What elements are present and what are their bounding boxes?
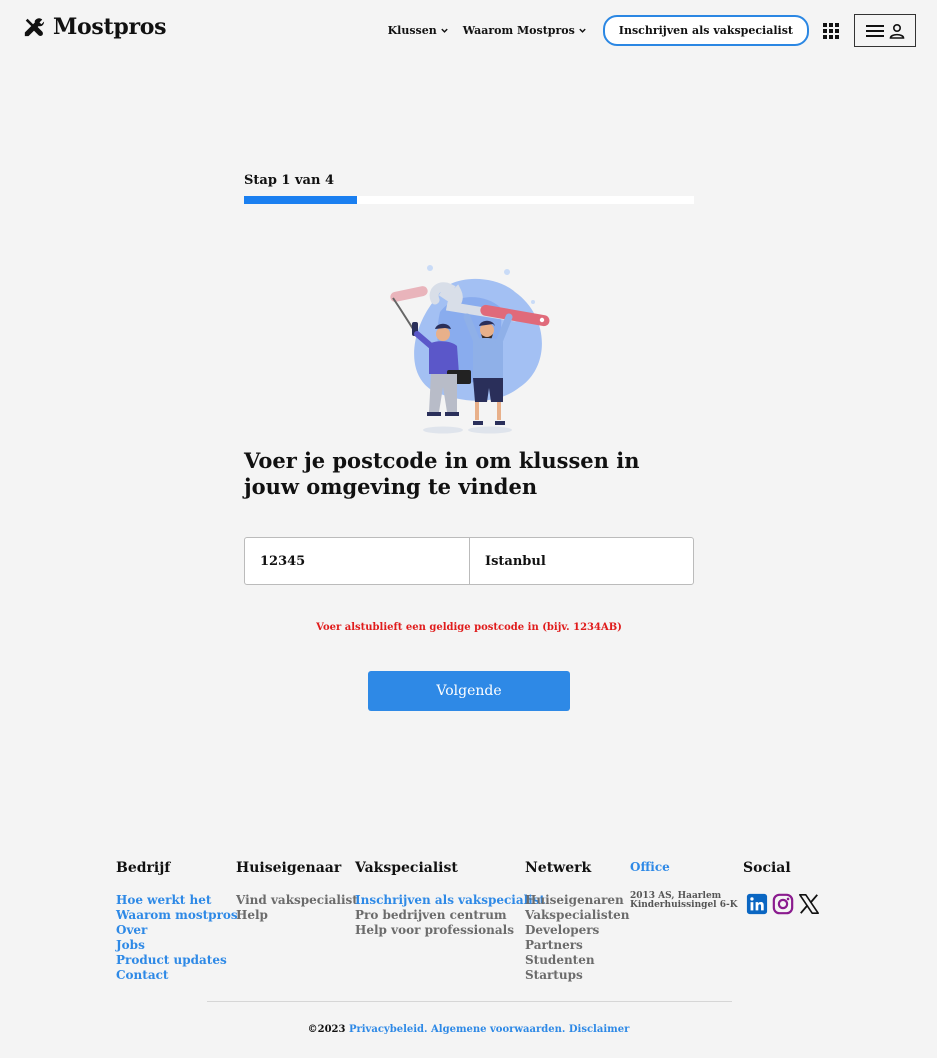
footer-title-office[interactable]: Office — [630, 860, 738, 878]
chevron-down-icon — [441, 28, 448, 33]
privacy-link[interactable]: Privacybeleid. — [349, 1024, 428, 1035]
footer-title-netwerk: Netwerk — [525, 860, 592, 876]
footer-title-huiseigenaar: Huiseigenaar — [236, 860, 342, 876]
copyright-bar: ©2023 Privacybeleid. Algemene voorwaarde… — [0, 1024, 937, 1035]
footer-col-office: Office 2013 AS, Haarlem Kinderhuissingel… — [630, 860, 738, 911]
footer-link-jobs[interactable]: Jobs — [116, 938, 238, 953]
apps-grid-icon[interactable] — [823, 22, 839, 39]
social-links — [746, 893, 820, 915]
chevron-down-icon — [579, 28, 586, 33]
footer-col-vakspecialist: Vakspecialist Inschrijven als vakspecial… — [355, 860, 545, 938]
nav-klussen-label: Klussen — [387, 24, 437, 37]
main-nav: Klussen Waarom Mostpros Inschrijven als … — [388, 14, 916, 47]
footer-link-pro-bedrijven-centrum[interactable]: Pro bedrijven centrum — [355, 908, 545, 923]
footer-link-hoe-werkt-het[interactable]: Hoe werkt het — [116, 893, 238, 908]
footer-link-studenten[interactable]: Studenten — [525, 953, 630, 968]
footer-col-netwerk: Netwerk Huiseigenaren Vakspecialisten De… — [525, 860, 630, 983]
progress-bar — [244, 196, 694, 204]
postcode-input[interactable] — [245, 538, 469, 584]
footer-link-partners[interactable]: Partners — [525, 938, 630, 953]
hamburger-icon — [865, 24, 884, 37]
logo[interactable]: Mostpros — [23, 14, 167, 40]
footer-title-vakspecialist: Vakspecialist — [355, 860, 458, 876]
tools-icon — [24, 18, 45, 37]
x-icon[interactable] — [798, 893, 820, 915]
footer-link-developers[interactable]: Developers — [525, 923, 630, 938]
nav-waarom-label: Waarom Mostpros — [462, 24, 575, 37]
office-address-line2: Kinderhuissingel 6-K — [630, 900, 738, 910]
header: Mostpros Klussen Waarom Mostpros Inschri… — [0, 0, 937, 62]
step-label: Stap 1 van 4 — [244, 173, 335, 188]
footer-link-huiseigenaren[interactable]: Huiseigenaren — [525, 893, 630, 908]
instagram-icon[interactable] — [772, 893, 794, 915]
footer-col-huiseigenaar: Huiseigenaar Vind vakspecialist Help — [236, 860, 358, 923]
account-menu-button[interactable] — [854, 14, 916, 47]
signup-vakspecialist-button[interactable]: Inschrijven als vakspecialist — [602, 15, 809, 46]
footer-link-vakspecialisten[interactable]: Vakspecialisten — [525, 908, 630, 923]
linkedin-icon[interactable] — [746, 893, 768, 915]
copyright-text: ©2023 — [307, 1024, 346, 1035]
workers-illustration — [390, 265, 550, 434]
disclaimer-link[interactable]: Disclaimer — [569, 1024, 629, 1035]
footer-divider — [207, 1001, 732, 1002]
footer-link-inschrijven[interactable]: Inschrijven als vakspecialist — [355, 893, 545, 908]
footer-link-help[interactable]: Help — [236, 908, 358, 923]
footer-title-bedrijf: Bedrijf — [116, 860, 171, 876]
footer-link-waarom-mostpros[interactable]: Waarom mostpros — [116, 908, 238, 923]
footer-link-contact[interactable]: Contact — [116, 968, 238, 983]
terms-link[interactable]: Algemene voorwaarden. — [431, 1024, 565, 1035]
footer-col-social: Social — [743, 860, 820, 915]
nav-klussen[interactable]: Klussen — [388, 24, 449, 37]
progress-fill — [244, 196, 357, 204]
footer-link-startups[interactable]: Startups — [525, 968, 630, 983]
page-title: Voer je postcode in om klussen in jouw o… — [244, 448, 640, 499]
footer-col-bedrijf: Bedrijf Hoe werkt het Waarom mostpros Ov… — [116, 860, 238, 983]
nav-waarom-mostpros[interactable]: Waarom Mostpros — [463, 24, 587, 37]
postcode-error-message: Voer alstublieft een geldige postcode in… — [316, 622, 622, 633]
next-button[interactable]: Volgende — [368, 671, 570, 711]
city-input[interactable] — [469, 538, 693, 584]
location-form — [244, 537, 694, 585]
footer-link-help-professionals[interactable]: Help voor professionals — [355, 923, 545, 938]
brand-name: Mostpros — [53, 14, 167, 40]
footer-title-social: Social — [743, 860, 791, 876]
user-icon — [889, 23, 904, 39]
footer-link-vind-vakspecialist[interactable]: Vind vakspecialist — [236, 893, 358, 908]
footer-link-product-updates[interactable]: Product updates — [116, 953, 238, 968]
footer-link-over[interactable]: Over — [116, 923, 238, 938]
